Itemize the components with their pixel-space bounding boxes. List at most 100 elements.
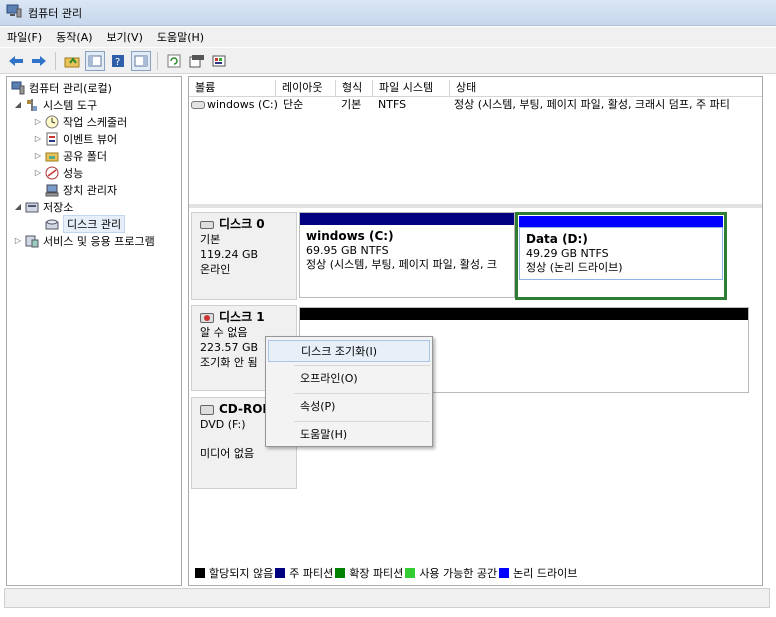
- legend-label: 할당되지 않음: [209, 567, 274, 580]
- collapsed-arrow-icon[interactable]: ▷: [33, 168, 43, 177]
- tree-item-performance[interactable]: ▷ 성능: [33, 164, 83, 181]
- legend-swatch-free: [405, 568, 416, 578]
- drive-icon: [191, 101, 205, 109]
- partition-data-d[interactable]: Data (D:) 49.29 GB NTFS 정상 (논리 드라이브): [515, 212, 727, 300]
- tools-icon: [25, 98, 39, 112]
- expanded-arrow-icon[interactable]: ◢: [13, 100, 23, 109]
- menu-help[interactable]: 도움말(H): [150, 29, 211, 45]
- legend-swatch-logical: [499, 568, 510, 578]
- partition-status: 정상 (시스템, 부팅, 페이지 파일, 활성, 크: [306, 258, 498, 271]
- collapsed-arrow-icon[interactable]: ▷: [33, 117, 43, 126]
- partition-status: 정상 (논리 드라이브): [526, 261, 623, 274]
- legend-swatch-extended: [335, 568, 346, 578]
- collapsed-arrow-icon[interactable]: ▷: [33, 134, 43, 143]
- computer-management-icon: [11, 81, 25, 95]
- collapsed-arrow-icon[interactable]: ▷: [13, 236, 23, 245]
- unknown-disk-icon: [200, 312, 214, 323]
- menu-separator: [294, 421, 430, 422]
- help-icon[interactable]: ?: [108, 51, 128, 71]
- partition-name: Data (D:): [526, 232, 588, 246]
- unallocated-bar: [300, 308, 748, 320]
- disk-management-icon: [45, 217, 59, 231]
- disk-0-label[interactable]: 디스크 0 기본 119.24 GB 온라인: [191, 212, 297, 300]
- window-title: 컴퓨터 관리: [28, 6, 83, 20]
- cdrom-state: 미디어 없음: [200, 447, 255, 460]
- menu-bar: 파일(F) 동작(A) 보기(V) 도움말(H): [0, 27, 776, 47]
- menu-offline[interactable]: 오프라인(O): [268, 368, 430, 390]
- volume-row[interactable]: windows (C:) 단순 기본 NTFS 정상 (시스템, 부팅, 페이지…: [189, 97, 762, 113]
- type-cell: 기본: [341, 98, 362, 111]
- back-arrow-icon[interactable]: [6, 51, 26, 71]
- svg-text:?: ?: [115, 57, 120, 68]
- volume-list-header: 볼륨 레이아웃 형식 파일 시스템 상태: [189, 80, 762, 97]
- partition-size: 49.29 GB NTFS: [526, 247, 609, 260]
- partition-windows-c[interactable]: windows (C:) 69.95 GB NTFS 정상 (시스템, 부팅, …: [299, 212, 515, 298]
- legend-label: 주 파티션: [289, 567, 334, 580]
- toolbar-separator: [157, 51, 158, 70]
- legend-label: 사용 가능한 공간: [419, 567, 498, 580]
- legend-swatch-unallocated: [195, 568, 205, 578]
- cdrom-icon: [200, 404, 214, 415]
- pane-splitter[interactable]: [189, 204, 762, 208]
- computer-management-icon: [6, 4, 22, 21]
- device-manager-icon: [45, 183, 59, 197]
- event-viewer-icon: [45, 132, 59, 146]
- tree-item-storage[interactable]: ◢ 저장소: [13, 198, 73, 215]
- menu-properties[interactable]: 속성(P): [268, 396, 430, 418]
- toolbar-separator: [55, 51, 56, 70]
- tree-item-device-manager[interactable]: 장치 관리자: [43, 181, 117, 198]
- menu-help[interactable]: 도움말(H): [268, 424, 430, 446]
- disk-management-pane: 볼륨 레이아웃 형식 파일 시스템 상태 windows (C:) 단순 기본 …: [188, 76, 763, 586]
- status-bar: [4, 588, 770, 608]
- tree-item-event-viewer[interactable]: ▷ 이벤트 뷰어: [33, 130, 117, 147]
- collapsed-arrow-icon[interactable]: ▷: [33, 151, 43, 160]
- disk-0-size: 119.24 GB: [200, 248, 259, 261]
- up-folder-icon[interactable]: [62, 51, 82, 71]
- column-status[interactable]: 상태: [450, 80, 762, 97]
- menu-separator: [294, 393, 430, 394]
- logical-drive-bar: [519, 216, 723, 227]
- menu-action[interactable]: 동작(A): [49, 29, 99, 45]
- menu-file[interactable]: 파일(F): [0, 29, 49, 45]
- context-menu: 디스크 조기화(I) 오프라인(O) 속성(P) 도움말(H): [265, 336, 433, 447]
- show-action-pane-icon[interactable]: [131, 50, 151, 71]
- tree-item-shared-folders[interactable]: ▷ 공유 폴더: [33, 147, 107, 164]
- column-file-system[interactable]: 파일 시스템: [373, 80, 450, 97]
- menu-view[interactable]: 보기(V): [100, 29, 150, 45]
- menu-initialize-disk[interactable]: 디스크 조기화(I): [268, 340, 430, 362]
- tree-item-system-tools[interactable]: ◢ 시스템 도구: [13, 96, 97, 113]
- show-hide-tree-icon[interactable]: [85, 50, 105, 71]
- layout-cell: 단순: [283, 98, 304, 111]
- title-bar: 컴퓨터 관리: [0, 0, 776, 26]
- column-type[interactable]: 형식: [336, 80, 373, 97]
- performance-icon: [45, 166, 59, 180]
- clock-icon: [45, 115, 59, 129]
- shared-folder-icon: [45, 149, 59, 163]
- export-icon[interactable]: [210, 51, 230, 71]
- refresh-icon[interactable]: [164, 51, 184, 71]
- menu-separator: [294, 365, 430, 366]
- tree-item-task-scheduler[interactable]: ▷ 작업 스케줄러: [33, 113, 127, 130]
- status-cell: 정상 (시스템, 부팅, 페이지 파일, 활성, 크래시 덤프, 주 파티: [454, 98, 730, 111]
- tree-item-services-applications[interactable]: ▷ 서비스 및 응용 프로그램: [13, 232, 155, 249]
- column-layout[interactable]: 레이아웃: [276, 80, 336, 97]
- legend-label: 확장 파티션: [349, 567, 404, 580]
- column-volume[interactable]: 볼륨: [189, 80, 276, 97]
- forward-arrow-icon[interactable]: [29, 51, 49, 71]
- tree-item-disk-management[interactable]: 디스크 관리: [43, 214, 126, 233]
- primary-partition-bar: [300, 213, 514, 225]
- expanded-arrow-icon[interactable]: ◢: [13, 202, 23, 211]
- hard-disk-icon: [200, 220, 214, 229]
- legend-swatch-primary: [275, 568, 286, 578]
- navigation-tree: 컴퓨터 관리(로컬) ◢ 시스템 도구 ▷ 작업 스케줄러 ▷ 이벤트 뷰어 ▷…: [6, 76, 182, 586]
- legend: 할당되지 않음 주 파티션 확장 파티션 사용 가능한 공간 논리 드라이브: [193, 565, 577, 581]
- toolbar: ?: [0, 48, 776, 74]
- partition-name: windows (C:): [306, 229, 394, 243]
- partition-size: 69.95 GB NTFS: [306, 244, 389, 257]
- disk-0-state: 온라인: [200, 263, 231, 276]
- volume-cell: windows (C:): [189, 97, 281, 113]
- file-system-cell: NTFS: [378, 98, 407, 111]
- tree-item-computer-management[interactable]: 컴퓨터 관리(로컬): [9, 79, 112, 96]
- legend-label: 논리 드라이브: [513, 567, 578, 580]
- properties-icon[interactable]: [187, 51, 207, 71]
